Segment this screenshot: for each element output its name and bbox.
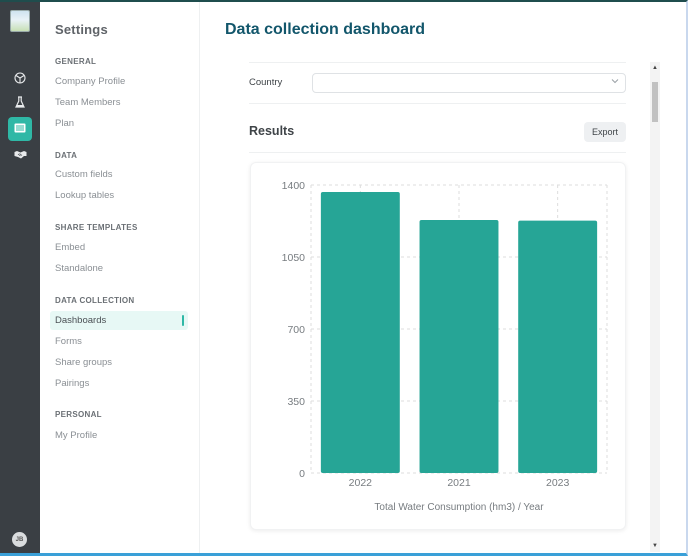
- x-axis-label: Total Water Consumption (hm3) / Year: [374, 502, 544, 513]
- sidebar-item-lookup-tables[interactable]: Lookup tables: [50, 186, 188, 205]
- y-tick-label: 0: [299, 468, 305, 480]
- sidebar-item-dashboards[interactable]: Dashboards: [50, 311, 188, 330]
- settings-sidebar: Settings GENERAL Company Profile Team Me…: [40, 2, 200, 553]
- section-data-collection: DATA COLLECTION: [55, 296, 135, 305]
- user-avatar[interactable]: JB: [12, 532, 27, 547]
- flask-icon: [14, 95, 26, 113]
- chevron-down-icon: [611, 77, 619, 87]
- sidebar-item-company-profile[interactable]: Company Profile: [50, 72, 188, 91]
- icon-rail: JB: [0, 2, 40, 553]
- country-select[interactable]: [312, 73, 626, 93]
- sidebar-item-embed[interactable]: Embed: [50, 238, 188, 257]
- rail-item-partners[interactable]: [8, 143, 32, 167]
- sidebar-item-share-groups[interactable]: Share groups: [50, 353, 188, 372]
- sidebar-item-my-profile[interactable]: My Profile: [50, 426, 188, 445]
- sidebar-item-team-members[interactable]: Team Members: [50, 93, 188, 112]
- sidebar-item-custom-fields[interactable]: Custom fields: [50, 165, 188, 184]
- bar-chart: 0 350 700 1050 1400 2022 2021 2023 Total Water C…: [282, 180, 608, 513]
- bar-2022: [320, 191, 400, 473]
- rail-item-lab[interactable]: [8, 92, 32, 116]
- sidebar-item-plan[interactable]: Plan: [50, 114, 188, 133]
- divider: [249, 103, 626, 104]
- company-logo[interactable]: [10, 10, 30, 32]
- scroll-up-arrow-icon[interactable]: ▲: [650, 62, 660, 74]
- section-data: DATA: [55, 151, 78, 160]
- handshake-icon: [14, 146, 27, 164]
- sidebar-title: Settings: [55, 22, 108, 37]
- scrollbar-thumb[interactable]: [652, 82, 658, 122]
- sidebar-item-pairings[interactable]: Pairings: [50, 374, 188, 393]
- vertical-scrollbar[interactable]: ▲ ▼: [650, 62, 660, 552]
- y-tick-label: 1050: [282, 252, 306, 264]
- divider: [249, 62, 626, 63]
- section-share-templates: SHARE TEMPLATES: [55, 223, 138, 232]
- x-tick-label: 2023: [546, 477, 570, 489]
- divider: [249, 152, 626, 153]
- y-tick-label: 350: [287, 396, 305, 408]
- y-tick-label: 1400: [282, 180, 306, 192]
- chart-card: 0 350 700 1050 1400 2022 2021 2023 Total Water C…: [250, 162, 626, 530]
- page-title: Data collection dashboard: [225, 21, 426, 38]
- main-content: Data collection dashboard Country Result…: [200, 2, 686, 553]
- bar-2021: [419, 219, 499, 473]
- sidebar-item-forms[interactable]: Forms: [50, 332, 188, 351]
- x-tick-label: 2021: [447, 477, 471, 489]
- scroll-down-arrow-icon[interactable]: ▼: [650, 540, 660, 552]
- country-label: Country: [249, 77, 283, 88]
- rail-item-products[interactable]: [8, 68, 32, 92]
- section-personal: PERSONAL: [55, 410, 102, 419]
- y-tick-label: 700: [287, 324, 305, 336]
- export-button[interactable]: Export: [584, 122, 626, 142]
- table-list-icon: [14, 120, 26, 138]
- results-title: Results: [249, 124, 295, 138]
- rail-item-data-collection[interactable]: [8, 117, 32, 141]
- cube-icon: [14, 71, 26, 89]
- x-tick-label: 2022: [349, 477, 373, 489]
- section-general: GENERAL: [55, 57, 97, 66]
- sidebar-item-standalone[interactable]: Standalone: [50, 259, 188, 278]
- bar-2023: [518, 220, 598, 473]
